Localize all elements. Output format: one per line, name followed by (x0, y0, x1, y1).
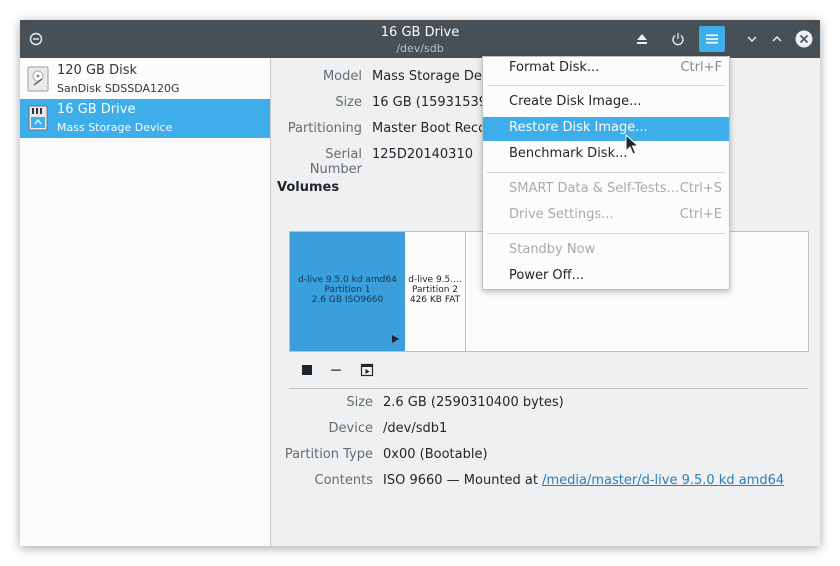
partition-type-value: 0x00 (Bootable) (383, 447, 488, 462)
partition-number: Partition 1 (324, 285, 371, 295)
menu-item-shortcut: Ctrl+F (680, 60, 722, 75)
partitioning-label: Partitioning (287, 121, 362, 136)
menu-item-label: Benchmark Disk... (509, 146, 628, 161)
menu-item-drive-settings[interactable]: Drive Settings... Ctrl+E (483, 204, 729, 228)
size-value: 16 GB (15931539456 bytes) (372, 95, 482, 110)
partition-number: Partition 2 (411, 285, 459, 295)
partition-block[interactable]: d-live 9.5.... Partition 2 426 KB FAT (405, 232, 466, 351)
mount-point-link[interactable]: /media/master/d-live 9.5.0 kd amd64 (542, 473, 784, 488)
partition-type-label: Partition Type (284, 447, 373, 462)
minus-icon[interactable] (328, 362, 344, 378)
model-value: Mass Storage Device (372, 69, 482, 84)
drive-menu: Format Disk... Ctrl+F Create Disk Image.… (482, 56, 730, 290)
close-icon[interactable] (791, 26, 817, 52)
menu-item-shortcut: Ctrl+E (679, 207, 722, 222)
partition-size-label: Size (346, 395, 373, 410)
stop-icon[interactable] (299, 362, 315, 378)
partition-label: d-live 9.5.0 kd amd64 (298, 275, 397, 285)
volumes-heading: Volumes (277, 180, 340, 195)
contents-label: Contents (314, 473, 373, 488)
menu-separator (487, 172, 725, 173)
power-icon[interactable] (665, 26, 691, 52)
title-bar[interactable]: 16 GB Drive /dev/sdb (20, 20, 820, 58)
menu-item-label: Drive Settings... (509, 207, 614, 222)
sd-card-icon (27, 105, 49, 131)
menu-item-create-disk-image[interactable]: Create Disk Image... (483, 91, 729, 115)
menu-separator (487, 233, 725, 234)
contents-value: ISO 9660 — Mounted at /media/master/d-li… (383, 473, 813, 488)
partition-block[interactable]: d-live 9.5.0 kd amd64 Partition 1 2.6 GB… (290, 232, 405, 351)
drive-name: 16 GB Drive (57, 102, 136, 117)
drive-list: 120 GB Disk SanDisk SDSSDA120G 16 GB Dri… (20, 58, 271, 546)
menu-item-shortcut: Ctrl+S (679, 181, 722, 196)
drive-list-item[interactable]: 16 GB Drive Mass Storage Device (20, 99, 270, 138)
device-label: Device (328, 421, 373, 436)
menu-item-label: Restore Disk Image... (509, 120, 648, 135)
menu-item-power-off[interactable]: Power Off... (483, 265, 729, 289)
drive-name: 120 GB Disk (57, 63, 137, 78)
partitioning-value: Master Boot Record (372, 121, 482, 136)
menu-item-restore-disk-image[interactable]: Restore Disk Image... (483, 117, 729, 141)
minimize-icon[interactable] (739, 26, 765, 52)
size-label: Size (335, 95, 362, 110)
eject-icon[interactable] (629, 26, 655, 52)
drive-description: SanDisk SDSSDA120G (57, 82, 180, 95)
partition-info: 2.6 GB ISO9660 (311, 295, 384, 305)
menu-item-smart-data[interactable]: SMART Data & Self-Tests... Ctrl+S (483, 178, 729, 202)
partition-info: 426 KB FAT (409, 295, 461, 305)
menu-item-label: SMART Data & Self-Tests... (509, 181, 679, 196)
menu-item-format-disk[interactable]: Format Disk... Ctrl+F (483, 57, 729, 81)
menu-item-label: Standby Now (509, 242, 596, 257)
serial-number-value: 125D20140310 (372, 147, 473, 162)
menu-item-label: Format Disk... (509, 60, 600, 75)
serial-number-label: Serial Number (309, 147, 362, 177)
separator (289, 388, 808, 389)
mouse-pointer-icon (625, 133, 640, 156)
model-label: Model (322, 69, 362, 84)
partition-label: d-live 9.5.... (408, 275, 462, 285)
partition-size-value: 2.6 GB (2590310400 bytes) (383, 395, 564, 410)
hamburger-menu-icon[interactable] (699, 26, 725, 52)
drive-list-item[interactable]: 120 GB Disk SanDisk SDSSDA120G (20, 60, 270, 99)
play-icon (391, 335, 399, 346)
menu-item-benchmark-disk[interactable]: Benchmark Disk... (483, 143, 729, 167)
menu-item-standby-now[interactable]: Standby Now (483, 239, 729, 263)
drive-description: Mass Storage Device (57, 121, 173, 134)
menu-item-label: Create Disk Image... (509, 94, 642, 109)
hard-disk-icon (27, 66, 49, 92)
device-value: /dev/sdb1 (383, 421, 448, 436)
menu-separator (487, 85, 725, 86)
contents-text: ISO 9660 — Mounted at (383, 473, 543, 488)
menu-item-label: Power Off... (509, 268, 585, 283)
partition-options-icon[interactable] (359, 362, 375, 378)
maximize-icon[interactable] (764, 26, 790, 52)
